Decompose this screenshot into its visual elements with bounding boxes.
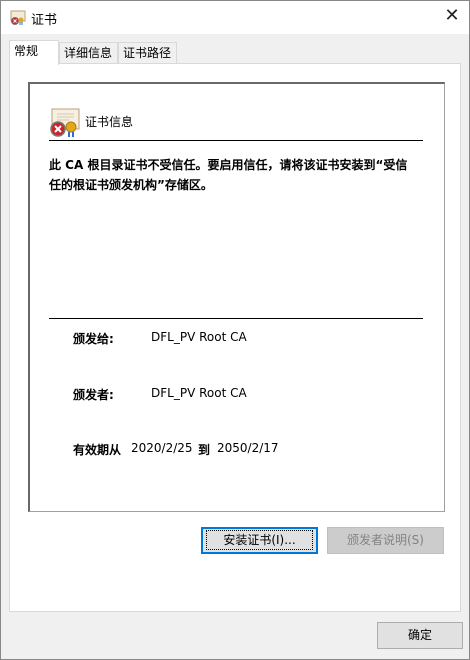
close-button[interactable]: ✕	[437, 3, 467, 29]
install-certificate-button[interactable]: 安装证书(I)...	[201, 527, 318, 554]
issued-by-label: 颁发者:	[73, 388, 114, 402]
to-label: 到	[198, 443, 211, 457]
certificate-icon	[10, 10, 26, 25]
trust-message: 此 CA 根目录证书不受信任。要启用信任，请将该证书安装到“受信任的根证书颁发机…	[49, 158, 408, 192]
valid-from: 2020/2/25	[131, 441, 193, 455]
title-bar: 证书 ✕	[1, 1, 469, 34]
issued-by-value: DFL_PV Root CA	[151, 386, 247, 400]
valid-to: 2050/2/17	[217, 441, 279, 455]
issued-to-value: DFL_PV Root CA	[151, 330, 247, 344]
divider	[49, 318, 423, 319]
install-certificate-label: 安装证书(I)...	[206, 530, 313, 550]
tab-certification-path[interactable]: 证书路径	[118, 42, 177, 64]
ok-button[interactable]: 确定	[377, 622, 463, 649]
divider	[49, 140, 423, 141]
issuer-statement-button[interactable]: 颁发者说明(S)	[327, 527, 444, 554]
issued-to-label: 颁发给:	[73, 332, 114, 346]
untrusted-certificate-icon	[50, 108, 80, 137]
window-title: 证书	[31, 13, 58, 28]
info-heading: 证书信息	[85, 115, 134, 129]
tab-general[interactable]: 常规	[9, 40, 59, 65]
tab-details[interactable]: 详细信息	[59, 42, 118, 64]
validity-label: 有效期从	[73, 443, 122, 457]
